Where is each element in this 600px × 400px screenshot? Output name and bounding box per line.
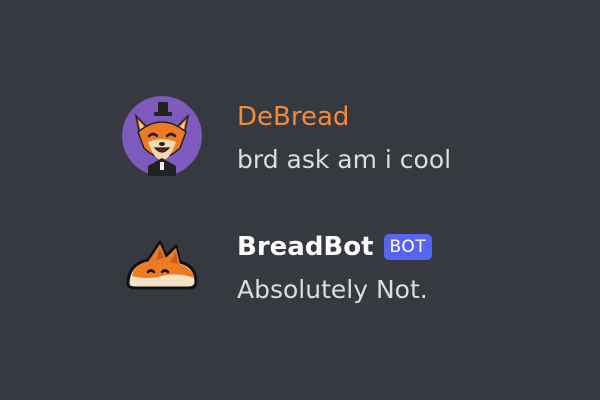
message-body: DeBread brd ask am i cool <box>237 99 451 175</box>
message-item-debread: DeBread brd ask am i cool <box>122 96 562 176</box>
username-breadbot[interactable]: BreadBot <box>237 231 374 263</box>
message-content: brd ask am i cool <box>237 145 452 174</box>
message-item-breadbot: BreadBot BOT Absolutely Not. <box>122 226 562 306</box>
avatar-debread[interactable] <box>122 96 202 176</box>
message-content: Absolutely Not. <box>237 275 428 304</box>
avatar-breadbot[interactable] <box>122 226 202 306</box>
message-body: BreadBot BOT Absolutely Not. <box>237 229 433 305</box>
username-row: DeBread <box>237 99 451 135</box>
bot-badge: BOT <box>383 234 433 260</box>
username-row: BreadBot BOT <box>237 229 433 265</box>
fox-avatar-icon <box>122 96 202 176</box>
bread-fox-bot-icon <box>126 240 198 290</box>
username-debread[interactable]: DeBread <box>237 101 349 133</box>
